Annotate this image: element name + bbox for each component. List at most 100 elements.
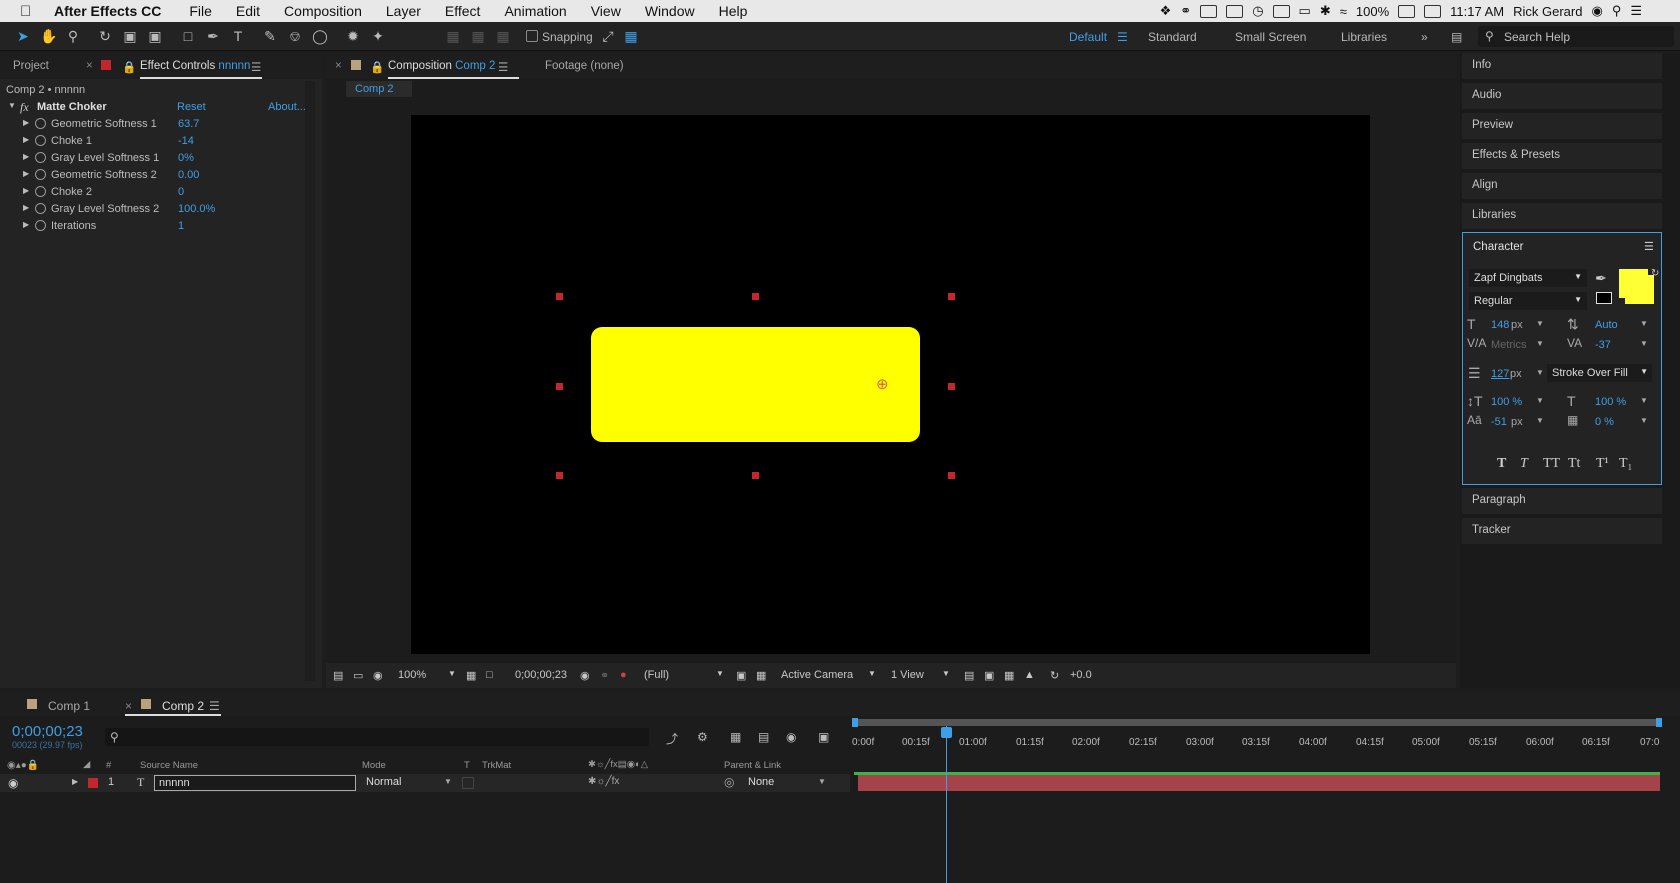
pickwhip-icon[interactable]: ◎ xyxy=(724,775,734,789)
work-area-end-handle[interactable] xyxy=(1656,718,1662,727)
panel-effects-presets[interactable]: Effects & Presets xyxy=(1462,143,1662,169)
expand-icon[interactable]: ▶ xyxy=(23,169,29,178)
vscale-chevron-icon[interactable]: ▼ xyxy=(1536,396,1544,405)
close-comp-tab-icon[interactable]: × xyxy=(335,60,342,72)
shy-icon[interactable]: ▦ xyxy=(730,730,741,744)
monitor-icon[interactable]: ▭ xyxy=(353,669,363,682)
transparency-grid-icon[interactable]: ▦ xyxy=(756,669,766,682)
layer-name-input[interactable]: nnnnn xyxy=(154,775,356,791)
hscale-chevron-icon[interactable]: ▼ xyxy=(1640,396,1648,405)
timeline-menu-icon[interactable]: ☰ xyxy=(209,699,220,713)
expand-icon[interactable]: ▶ xyxy=(23,203,29,212)
zoom-tool-icon[interactable]: ⚲ xyxy=(65,28,81,44)
stroke-mode-dropdown[interactable]: Stroke Over Fill ▼ xyxy=(1547,364,1652,382)
resolution-dropdown[interactable]: (Full) xyxy=(644,669,669,681)
color-channel-icon[interactable]: ● xyxy=(620,669,627,681)
expand-icon[interactable]: ▶ xyxy=(23,186,29,195)
spotlight-icon[interactable]: ⚲ xyxy=(1612,3,1622,19)
toggle-pixel-aspect-icon[interactable]: ▤ xyxy=(964,669,974,682)
reset-button[interactable]: Reset xyxy=(177,101,206,113)
stroke-width-value[interactable]: 127 xyxy=(1491,368,1509,380)
tracking-value[interactable]: -37 xyxy=(1595,339,1611,351)
comp-canvas[interactable]: ⊕ xyxy=(411,115,1370,654)
sync-settings-icon[interactable]: ▤ xyxy=(1451,30,1462,44)
comp-lock-icon[interactable]: 🔒 xyxy=(370,60,384,74)
prop-value[interactable]: 0% xyxy=(178,152,194,164)
layer-duration-bar[interactable] xyxy=(858,775,1660,791)
app-status-icon[interactable] xyxy=(1200,4,1218,18)
blend-mode-dropdown[interactable]: Normal xyxy=(366,776,401,788)
stopwatch-icon[interactable] xyxy=(35,186,46,197)
selection-tool-icon[interactable]: ➤ xyxy=(15,28,31,44)
swap-colors-icon[interactable]: ↻ xyxy=(1651,268,1659,279)
layer-switch-icons[interactable]: ✱☼╱fx xyxy=(588,776,619,787)
rotate-tool-icon[interactable]: ↻ xyxy=(97,28,113,44)
layer-label-color[interactable] xyxy=(88,778,98,788)
menu-window[interactable]: Window xyxy=(633,3,707,19)
prop-value[interactable]: 0 xyxy=(178,186,184,198)
user-name[interactable]: Rick Gerard xyxy=(1513,4,1582,19)
menu-composition[interactable]: Composition xyxy=(272,3,374,19)
always-preview-icon[interactable]: ▤ xyxy=(333,669,343,682)
faux-italic-button[interactable]: T xyxy=(1520,456,1528,472)
leading-value[interactable]: Auto xyxy=(1595,319,1618,331)
camera-dropdown[interactable]: Active Camera xyxy=(781,669,853,681)
snap-icon[interactable]: ⤢ xyxy=(600,28,616,44)
tsume-value[interactable]: 0 % xyxy=(1595,416,1614,428)
black-white-swatch-icon[interactable] xyxy=(1596,292,1612,304)
bounding-handle[interactable] xyxy=(948,293,955,300)
lock-icon[interactable]: 🔒 xyxy=(122,60,136,74)
menu-layer[interactable]: Layer xyxy=(374,3,433,19)
prop-value[interactable]: 1 xyxy=(178,220,184,232)
pan-behind-tool-icon[interactable]: ▣ xyxy=(147,28,163,44)
panel-paragraph[interactable]: Paragraph xyxy=(1462,488,1662,514)
app-name[interactable]: After Effects CC xyxy=(54,3,177,19)
tab-effect-controls[interactable]: Effect Controls nnnnn xyxy=(140,60,250,72)
close-comp2-tab-icon[interactable]: × xyxy=(125,699,132,713)
show-snapshot-icon[interactable]: ⚭ xyxy=(600,669,609,682)
bounding-handle[interactable] xyxy=(556,472,563,479)
baseline-shift-value[interactable]: -51 xyxy=(1491,416,1507,428)
fill-stroke-swatch[interactable] xyxy=(1619,269,1648,298)
panel-libraries[interactable]: Libraries xyxy=(1462,203,1662,229)
font-size-value[interactable]: 148 xyxy=(1491,319,1509,331)
kerning-chevron-icon[interactable]: ▼ xyxy=(1536,339,1544,348)
siri-icon[interactable]: ◉ xyxy=(1591,3,1602,19)
graph-editor-icon[interactable]: ▣ xyxy=(818,730,829,744)
window-icon[interactable] xyxy=(1226,4,1244,18)
panel-info[interactable]: Info xyxy=(1462,53,1662,79)
stopwatch-icon[interactable] xyxy=(35,169,46,180)
prop-value[interactable]: -14 xyxy=(178,135,194,147)
airplay-icon[interactable]: ▭ xyxy=(1299,3,1311,19)
bluetooth-icon[interactable]: ✱ xyxy=(1320,3,1331,19)
brush-tool-icon[interactable]: ✎ xyxy=(262,28,278,44)
region-of-interest-icon[interactable]: ▣ xyxy=(736,669,746,682)
expand-icon[interactable]: ▶ xyxy=(23,118,29,127)
pen-tool-icon[interactable]: ✒ xyxy=(205,28,221,44)
tab-footage[interactable]: Footage (none) xyxy=(545,60,624,72)
menu-effect[interactable]: Effect xyxy=(433,3,493,19)
snap-grid-icon[interactable]: ▦ xyxy=(623,28,639,44)
superscript-button[interactable]: T¹ xyxy=(1596,456,1609,472)
flowchart-icon[interactable]: ▲ xyxy=(1024,669,1035,681)
stroke-width-chevron-icon[interactable]: ▼ xyxy=(1536,368,1544,377)
fit-icon[interactable]: ▦ xyxy=(466,669,476,682)
clone-stamp-tool-icon[interactable]: ⎊ xyxy=(287,28,303,44)
bounding-handle[interactable] xyxy=(752,472,759,479)
character-menu-icon[interactable]: ☰ xyxy=(1644,240,1654,253)
tab-comp-2[interactable]: Comp 2 xyxy=(162,699,204,713)
menu-animation[interactable]: Animation xyxy=(492,3,578,19)
expand-icon[interactable]: ▶ xyxy=(23,135,29,144)
timeline-icon[interactable]: ▦ xyxy=(1004,669,1014,682)
view-chevron-icon[interactable]: ▼ xyxy=(942,669,950,678)
dropbox-icon[interactable]: ❖ xyxy=(1160,3,1172,19)
zoom-chevron-icon[interactable]: ▼ xyxy=(448,669,456,678)
puppet-tool-icon[interactable]: ✦ xyxy=(370,28,386,44)
font-style-dropdown[interactable]: Regular ▼ xyxy=(1469,292,1587,310)
menu-file[interactable]: File xyxy=(177,3,224,19)
tab-comp-1[interactable]: Comp 1 xyxy=(48,699,90,713)
reset-exposure-icon[interactable]: ↻ xyxy=(1050,669,1059,682)
type-tool-icon[interactable]: T xyxy=(230,28,246,44)
frame-blend-icon[interactable]: ▤ xyxy=(758,730,769,744)
eraser-tool-icon[interactable]: ◯ xyxy=(312,28,328,44)
